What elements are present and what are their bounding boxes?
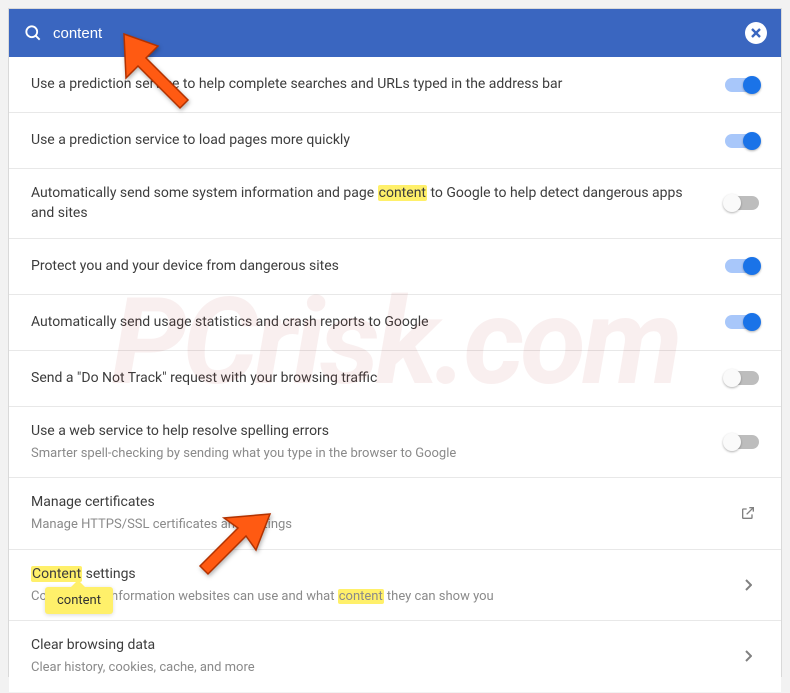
setting-title: Use a prediction service to help complet…	[31, 74, 709, 94]
chevron-right-icon	[737, 579, 759, 591]
toggle-prediction-search[interactable]	[725, 78, 759, 92]
setting-title: Automatically send some system informati…	[31, 183, 709, 224]
search-highlight: content	[378, 185, 427, 201]
toggle-usage-stats[interactable]	[725, 315, 759, 329]
settings-list: Use a prediction service to help complet…	[9, 57, 781, 692]
setting-subtitle: Smarter spell-checking by sending what y…	[31, 445, 709, 463]
search-icon	[23, 23, 43, 43]
setting-title: Use a prediction service to load pages m…	[31, 130, 709, 150]
setting-manage-certificates[interactable]: Manage certificates Manage HTTPS/SSL cer…	[9, 478, 781, 549]
search-input[interactable]	[43, 19, 745, 48]
setting-send-system-info: Automatically send some system informati…	[9, 169, 781, 239]
external-link-icon	[737, 505, 759, 521]
toggle-do-not-track[interactable]	[725, 371, 759, 385]
setting-title: Send a "Do Not Track" request with your …	[31, 368, 709, 388]
toggle-spelling-service[interactable]	[725, 435, 759, 449]
toggle-send-system-info[interactable]	[725, 196, 759, 210]
setting-content-settings[interactable]: Content settings Control what informatio…	[9, 550, 781, 621]
clear-search-button[interactable]	[745, 22, 767, 44]
setting-subtitle: Manage HTTPS/SSL certificates and settin…	[31, 516, 721, 534]
search-highlight: content	[338, 589, 384, 604]
setting-title: Use a web service to help resolve spelli…	[31, 421, 709, 441]
search-bar	[9, 9, 781, 57]
setting-spelling-service: Use a web service to help resolve spelli…	[9, 407, 781, 478]
settings-panel: Use a prediction service to help complet…	[8, 8, 782, 677]
search-tooltip: content	[45, 587, 113, 614]
setting-title: Protect you and your device from dangero…	[31, 256, 709, 276]
setting-title: Content settings	[31, 564, 721, 584]
setting-title: Manage certificates	[31, 492, 721, 512]
setting-do-not-track: Send a "Do Not Track" request with your …	[9, 351, 781, 407]
setting-safe-browsing: Protect you and your device from dangero…	[9, 239, 781, 295]
setting-prediction-pages: Use a prediction service to load pages m…	[9, 113, 781, 169]
setting-subtitle: Control what information websites can us…	[31, 588, 721, 606]
setting-usage-stats: Automatically send usage statistics and …	[9, 295, 781, 351]
setting-clear-browsing-data[interactable]: Clear browsing data Clear history, cooki…	[9, 621, 781, 691]
setting-subtitle: Clear history, cookies, cache, and more	[31, 659, 721, 677]
chevron-right-icon	[737, 650, 759, 662]
toggle-prediction-pages[interactable]	[725, 134, 759, 148]
toggle-safe-browsing[interactable]	[725, 259, 759, 273]
setting-prediction-search: Use a prediction service to help complet…	[9, 57, 781, 113]
setting-title: Clear browsing data	[31, 635, 721, 655]
setting-title: Automatically send usage statistics and …	[31, 312, 709, 332]
